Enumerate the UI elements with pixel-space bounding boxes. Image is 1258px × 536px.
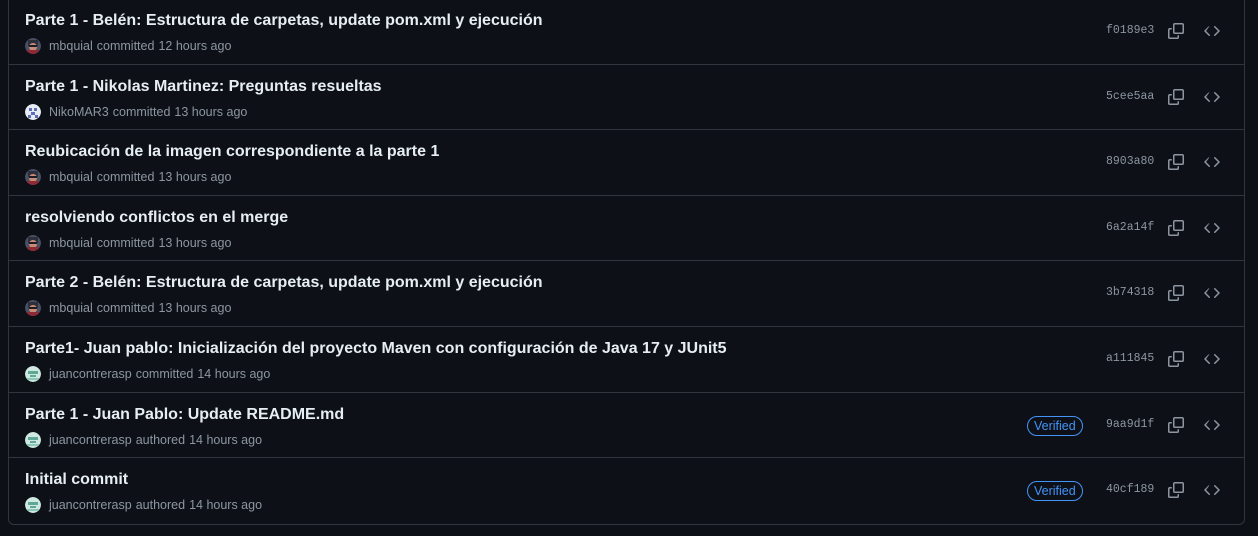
author-link[interactable]: mbquial [49, 170, 93, 184]
commit-row: Reubicación de la imagen correspondiente… [9, 129, 1244, 195]
copy-icon [1168, 416, 1184, 433]
author-avatar[interactable] [25, 234, 41, 251]
commit-time: 13 hours ago [158, 235, 232, 250]
copy-sha-button[interactable] [1165, 479, 1187, 501]
code-icon [1204, 285, 1220, 301]
commit-sha-link[interactable]: a111845 [1106, 352, 1154, 365]
copy-sha-button[interactable] [1165, 282, 1187, 304]
commit-meta: mbquial committed 13 hours ago [25, 300, 232, 317]
commit-title-link[interactable]: Reubicación de la imagen correspondiente… [25, 143, 439, 161]
commit-sha-link[interactable]: f0189e3 [1106, 24, 1154, 37]
commit-verb: committed [96, 170, 155, 185]
commit-row: Initial commit juancontrerasp authored 1… [9, 457, 1244, 523]
commit-verb: authored [135, 432, 186, 447]
commit-row: Parte1- Juan pablo: Inicialización del p… [9, 325, 1244, 392]
commit-meta: NikoMAR3 committed 13 hours ago [25, 103, 248, 120]
code-icon [1204, 220, 1220, 236]
browse-repo-button[interactable] [1201, 414, 1223, 436]
commit-sha-link[interactable]: 8903a80 [1106, 155, 1154, 168]
commit-verb: committed [96, 39, 155, 53]
author-avatar[interactable] [25, 103, 41, 120]
commit-row: Parte 1 - Nikolas Martinez: Preguntas re… [9, 63, 1244, 130]
code-icon [1204, 482, 1220, 498]
author-avatar[interactable] [25, 497, 41, 514]
commit-verb: authored [135, 498, 186, 513]
author-link[interactable]: juancontrerasp [49, 367, 132, 381]
browse-repo-button[interactable] [1201, 217, 1223, 239]
author-link[interactable]: NikoMAR3 [49, 105, 109, 119]
commit-title-link[interactable]: Parte 1 - Nikolas Martinez: Preguntas re… [25, 78, 382, 96]
copy-sha-button[interactable] [1165, 86, 1187, 108]
commit-row: resolviendo conflictos en el merge mbqui… [9, 194, 1244, 261]
commit-row: Parte 1 - Belén: Estructura de carpetas,… [9, 0, 1244, 64]
commit-time: 12 hours ago [158, 39, 232, 53]
author-link[interactable]: juancontrerasp [49, 433, 132, 447]
browse-repo-button[interactable] [1201, 86, 1223, 108]
copy-sha-button[interactable] [1165, 348, 1187, 370]
browse-repo-button[interactable] [1201, 282, 1223, 304]
copy-icon [1168, 482, 1184, 499]
copy-sha-button[interactable] [1165, 414, 1187, 436]
commit-sha-link[interactable]: 40cf189 [1106, 483, 1154, 496]
author-link[interactable]: mbquial [49, 236, 93, 250]
copy-icon [1168, 285, 1184, 302]
commit-meta: juancontrerasp committed 14 hours ago [25, 365, 271, 382]
code-icon [1204, 417, 1220, 433]
commit-meta: mbquial committed 13 hours ago [25, 169, 232, 186]
commit-verb: committed [96, 235, 155, 250]
author-avatar[interactable] [25, 365, 41, 382]
code-icon [1204, 154, 1220, 170]
commit-time: 14 hours ago [189, 498, 263, 513]
browse-repo-button[interactable] [1201, 20, 1223, 42]
commit-sha-link[interactable]: 3b74318 [1106, 286, 1154, 299]
commit-verb: committed [135, 366, 194, 381]
verified-badge[interactable]: Verified [1027, 481, 1083, 502]
author-avatar[interactable] [25, 431, 41, 448]
copy-sha-button[interactable] [1165, 217, 1187, 239]
commit-row: Parte 1 - Juan Pablo: Update README.md j… [9, 391, 1244, 458]
author-avatar[interactable] [25, 169, 41, 186]
browse-repo-button[interactable] [1201, 348, 1223, 370]
copy-sha-button[interactable] [1165, 20, 1187, 42]
author-avatar[interactable] [25, 38, 41, 54]
commit-time: 14 hours ago [197, 366, 271, 381]
author-link[interactable]: mbquial [49, 39, 93, 53]
commit-meta: mbquial committed 13 hours ago [25, 234, 232, 251]
commit-sha-link[interactable]: 6a2a14f [1106, 221, 1154, 234]
author-avatar[interactable] [25, 300, 41, 317]
commit-sha-link[interactable]: 5cee5aa [1106, 90, 1154, 103]
copy-icon [1168, 219, 1184, 236]
commit-sha-link[interactable]: 9aa9d1f [1106, 418, 1154, 431]
commit-meta: mbquial committed 12 hours ago [25, 38, 231, 54]
commit-verb: committed [112, 104, 171, 119]
copy-icon [1168, 154, 1184, 171]
commit-title-link[interactable]: Initial commit [25, 471, 128, 489]
commit-title-link[interactable]: Parte 1 - Belén: Estructura de carpetas,… [25, 12, 543, 30]
code-icon [1204, 23, 1220, 39]
commit-meta: juancontrerasp authored 14 hours ago [25, 497, 263, 514]
commit-time: 14 hours ago [189, 432, 263, 447]
copy-icon [1168, 23, 1184, 39]
author-link[interactable]: juancontrerasp [49, 498, 132, 512]
author-link[interactable]: mbquial [49, 301, 93, 315]
copy-sha-button[interactable] [1165, 151, 1187, 173]
code-icon [1204, 89, 1220, 105]
copy-icon [1168, 88, 1184, 105]
browse-repo-button[interactable] [1201, 479, 1223, 501]
commit-time: 13 hours ago [158, 170, 232, 185]
commit-meta: juancontrerasp authored 14 hours ago [25, 431, 263, 448]
verified-badge[interactable]: Verified [1027, 415, 1083, 436]
browse-repo-button[interactable] [1201, 151, 1223, 173]
commit-title-link[interactable]: Parte 2 - Belén: Estructura de carpetas,… [25, 274, 543, 292]
commit-row: Parte 2 - Belén: Estructura de carpetas,… [9, 260, 1244, 326]
code-icon [1204, 351, 1220, 367]
commit-title-link[interactable]: Parte1- Juan pablo: Inicialización del p… [25, 340, 727, 358]
commit-list: Parte 1 - Belén: Estructura de carpetas,… [8, 0, 1245, 525]
commit-verb: committed [96, 301, 155, 316]
commit-title-link[interactable]: Parte 1 - Juan Pablo: Update README.md [25, 406, 344, 424]
copy-icon [1168, 350, 1184, 367]
commit-title-link[interactable]: resolviendo conflictos en el merge [25, 209, 288, 227]
commit-time: 13 hours ago [158, 301, 232, 316]
commit-time: 13 hours ago [174, 104, 248, 119]
